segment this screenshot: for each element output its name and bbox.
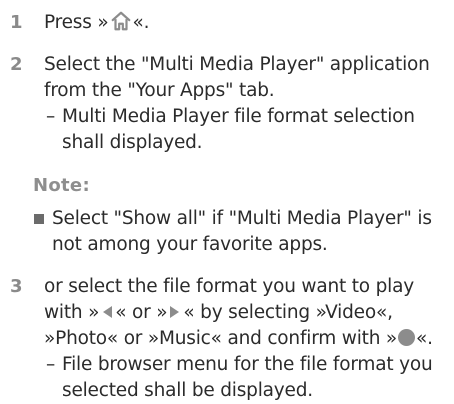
result-dash: – xyxy=(46,106,56,127)
result-dash: – xyxy=(46,354,56,375)
step-2-line-2: from the "Your Apps" tab. xyxy=(44,80,275,101)
step-3-line-1: or select the file format you want to pl… xyxy=(44,276,414,297)
step-number: 2 xyxy=(10,54,23,75)
step-3-line-2-c: « by selecting »Video«, xyxy=(183,302,393,323)
step-2-result-line-1: Multi Media Player file format selection xyxy=(62,106,415,127)
ok-circle-icon xyxy=(398,329,416,346)
step-2-result-line-2: shall displayed. xyxy=(62,132,203,153)
step-3-line-2-b: « or » xyxy=(115,302,168,323)
step-number: 1 xyxy=(10,12,23,33)
note-title: Note: xyxy=(33,175,90,196)
step-3-line-2-a: with » xyxy=(44,302,100,323)
instruction-document: 1 Press » «. 2 Select the "Multi Media Pl… xyxy=(0,0,454,401)
right-arrow-icon xyxy=(170,306,180,318)
note-line-1: Select "Show all" if "Multi Media Player… xyxy=(52,208,432,229)
step-3-line-3: »Photo« or »Music« and confirm with » «. xyxy=(44,326,433,352)
step-3-line-3-b: «. xyxy=(416,328,433,349)
step-1-text: Press » «. xyxy=(44,10,150,36)
left-arrow-icon xyxy=(103,306,113,318)
step-3-result-line-2: selected shall be displayed. xyxy=(62,380,313,401)
home-icon xyxy=(111,11,130,31)
step-3-line-3-a: »Photo« or »Music« and confirm with » xyxy=(44,328,398,349)
note-line-2: not among your favorite apps. xyxy=(52,234,328,255)
step-1-post: «. xyxy=(132,12,150,33)
step-3-line-2: with » « or » « by selecting »Video«, xyxy=(44,300,393,326)
step-1-pre: Press » xyxy=(44,12,109,33)
step-3-result-line-1: File browser menu for the file format yo… xyxy=(62,354,433,375)
step-2-line-1: Select the "Multi Media Player" applicat… xyxy=(44,54,430,75)
step-number: 3 xyxy=(10,276,23,297)
bullet-square-icon xyxy=(34,214,44,224)
